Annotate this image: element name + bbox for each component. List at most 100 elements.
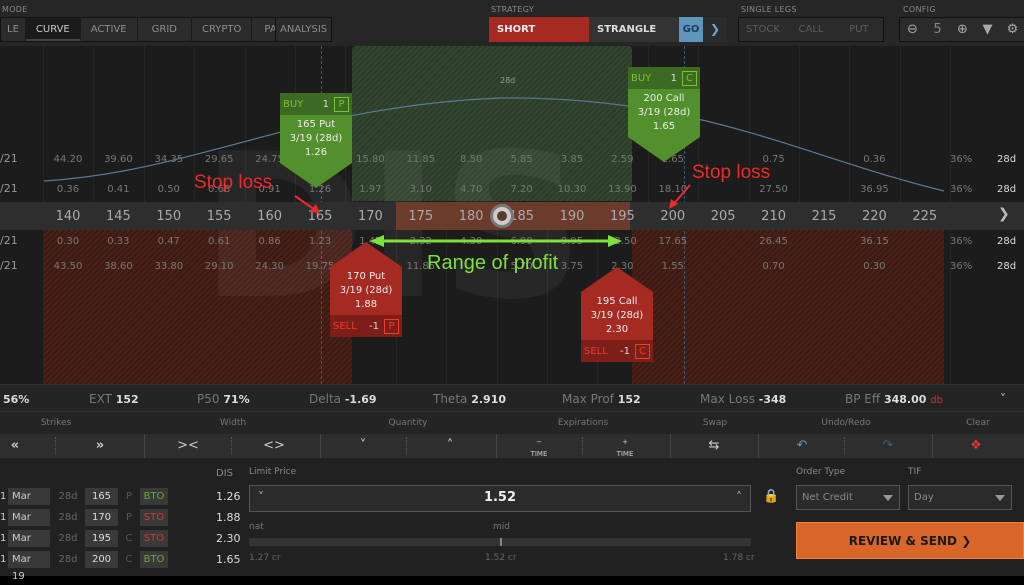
- leg-action[interactable]: STO: [140, 529, 168, 547]
- review-and-send-button[interactable]: REVIEW & SEND ❯: [796, 522, 1024, 559]
- strike-label[interactable]: 155: [199, 209, 239, 224]
- option-price-cell[interactable]: 0.50: [147, 184, 191, 195]
- tab-active[interactable]: ACTIVE: [80, 18, 138, 41]
- option-price-cell[interactable]: 1.97: [348, 184, 392, 195]
- zoom-in-icon[interactable]: ⊕: [950, 22, 975, 37]
- option-price-cell[interactable]: 5.85: [500, 154, 544, 165]
- strategy-type-button[interactable]: STRANGLE: [589, 17, 679, 42]
- leg-action[interactable]: BTO: [140, 487, 168, 505]
- strike-label[interactable]: 220: [854, 209, 894, 224]
- leg-type[interactable]: P: [118, 491, 140, 502]
- option-price-cell[interactable]: 39.60: [96, 154, 140, 165]
- strike-label[interactable]: 145: [98, 209, 138, 224]
- option-price-cell[interactable]: 44.20: [46, 154, 90, 165]
- strike-label[interactable]: 205: [703, 209, 743, 224]
- option-price-cell[interactable]: 9.95: [550, 236, 594, 247]
- order-leg-row[interactable]: 1Mar 19 28d 170PSTO 1.88: [0, 508, 241, 540]
- leg-expiry[interactable]: Mar 19: [8, 487, 50, 519]
- quantity-down-button[interactable]: ˅: [323, 434, 403, 458]
- option-price-cell[interactable]: 3.10: [399, 184, 443, 195]
- go-button[interactable]: GO: [679, 17, 703, 42]
- strike-label[interactable]: 150: [149, 209, 189, 224]
- strike-label[interactable]: 170: [350, 209, 390, 224]
- order-leg-row[interactable]: 1Mar 19 28d 165PBTO 1.26: [0, 487, 241, 519]
- stock-button[interactable]: STOCK: [739, 18, 787, 41]
- strike-label[interactable]: 225: [905, 209, 945, 224]
- option-price-cell[interactable]: 0.33: [96, 236, 140, 247]
- leg-strike[interactable]: 165: [85, 487, 118, 505]
- leg-action[interactable]: STO: [140, 508, 168, 526]
- strike-label[interactable]: 140: [48, 209, 88, 224]
- leg-expiry[interactable]: Mar 19: [8, 529, 50, 561]
- option-price-cell[interactable]: 3.85: [550, 154, 594, 165]
- tab-curve[interactable]: CURVE: [25, 18, 81, 41]
- option-price-cell[interactable]: 43.50: [46, 261, 90, 272]
- option-price-cell[interactable]: 8.50: [449, 154, 493, 165]
- leg-type[interactable]: C: [118, 533, 140, 544]
- option-price-cell[interactable]: 0.30: [852, 261, 896, 272]
- expand-stats-chevron-icon[interactable]: ˅: [1000, 392, 1006, 406]
- option-price-cell[interactable]: 29.10: [197, 261, 241, 272]
- leg-type[interactable]: C: [118, 554, 140, 565]
- width-widen-button[interactable]: <>: [234, 434, 314, 458]
- leg-expiry[interactable]: Mar 19: [8, 508, 50, 540]
- option-price-cell[interactable]: 0.70: [752, 261, 796, 272]
- swap-icon[interactable]: ⇆: [674, 434, 754, 458]
- clear-eraser-icon[interactable]: ❖: [936, 434, 1016, 458]
- redo-icon[interactable]: ↷: [848, 434, 928, 458]
- strike-label[interactable]: 200: [653, 209, 693, 224]
- option-price-cell[interactable]: 11.85: [399, 154, 443, 165]
- option-price-cell[interactable]: 0.41: [96, 184, 140, 195]
- width-narrow-button[interactable]: ><: [148, 434, 228, 458]
- option-price-cell[interactable]: 0.86: [248, 236, 292, 247]
- price-slider[interactable]: [249, 538, 751, 546]
- strategy-dropdown-chevron-icon[interactable]: ❯: [703, 17, 727, 42]
- option-price-cell[interactable]: 33.80: [147, 261, 191, 272]
- tab-table[interactable]: LE: [1, 18, 26, 41]
- option-price-cell[interactable]: 0.47: [147, 236, 191, 247]
- tab-grid[interactable]: GRID: [137, 18, 192, 41]
- ticket-buy-200-call[interactable]: BUY 1 C 200 Call 3/19 (28d) 1.65: [628, 67, 700, 162]
- option-price-cell[interactable]: 18.10: [651, 184, 695, 195]
- tab-analysis[interactable]: ANALYSIS: [275, 17, 333, 42]
- strike-label[interactable]: 195: [602, 209, 642, 224]
- option-price-cell[interactable]: 13.50: [600, 236, 644, 247]
- expiration-minus-button[interactable]: − TIME: [499, 434, 579, 458]
- zoom-out-icon[interactable]: ⊖: [900, 22, 925, 37]
- lock-icon[interactable]: 🔒: [763, 489, 779, 504]
- option-price-cell[interactable]: 34.35: [147, 154, 191, 165]
- ticket-sell-170-put[interactable]: 170 Put 3/19 (28d) 1.88 SELL -1 P: [330, 242, 402, 337]
- strike-label[interactable]: 175: [401, 209, 441, 224]
- option-price-cell[interactable]: 2.32: [399, 236, 443, 247]
- strikes-up-button[interactable]: »: [60, 434, 140, 458]
- option-price-cell[interactable]: 6.90: [500, 236, 544, 247]
- tif-select[interactable]: Day: [908, 485, 1012, 510]
- filter-icon[interactable]: ▼: [975, 22, 1000, 37]
- option-price-cell[interactable]: 15.80: [348, 154, 392, 165]
- option-price-cell[interactable]: 10.30: [550, 184, 594, 195]
- undo-icon[interactable]: ↶: [762, 434, 842, 458]
- option-price-cell[interactable]: 0.36: [852, 154, 896, 165]
- option-price-cell[interactable]: 0.36: [46, 184, 90, 195]
- next-strikes-chevron-icon[interactable]: ❯: [998, 206, 1010, 222]
- strikes-down-button[interactable]: «: [0, 434, 55, 458]
- put-button[interactable]: PUT: [835, 18, 883, 41]
- curve-chart[interactable]: DIS 28d 140 145 150 155 160 165 170 175 180 185 19…: [0, 46, 1024, 384]
- call-button[interactable]: CALL: [787, 18, 835, 41]
- order-leg-row[interactable]: 1Mar 19 28d 195CSTO 2.30: [0, 529, 241, 561]
- option-price-cell[interactable]: 4.70: [449, 184, 493, 195]
- option-price-cell[interactable]: 29.65: [197, 154, 241, 165]
- option-price-cell[interactable]: 13.90: [600, 184, 644, 195]
- option-price-cell[interactable]: 0.61: [197, 236, 241, 247]
- strike-label[interactable]: 210: [754, 209, 794, 224]
- ticket-buy-165-put[interactable]: BUY 1 P 165 Put 3/19 (28d) 1.26: [280, 93, 352, 188]
- strike-label[interactable]: 215: [804, 209, 844, 224]
- option-price-cell[interactable]: 1.55: [651, 261, 695, 272]
- gear-icon[interactable]: ⚙: [1000, 22, 1024, 37]
- underlying-price-marker[interactable]: [490, 204, 514, 228]
- limit-price-input[interactable]: ˅ 1.52 ˄: [249, 485, 751, 512]
- leg-action[interactable]: BTO: [140, 550, 168, 568]
- expiration-plus-button[interactable]: + TIME: [585, 434, 665, 458]
- strike-label[interactable]: 165: [300, 209, 340, 224]
- option-price-cell[interactable]: 17.65: [651, 236, 695, 247]
